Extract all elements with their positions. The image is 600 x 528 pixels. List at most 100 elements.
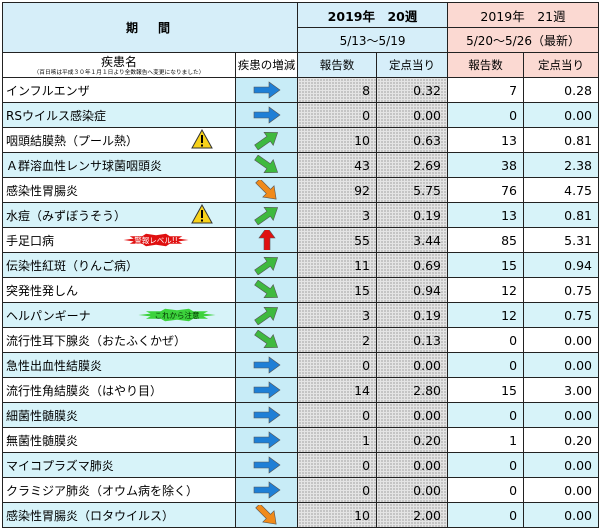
disease-name: 感染性胃腸炎 xyxy=(6,183,79,198)
reports-20-cell: 15 xyxy=(297,277,378,303)
reports-20-cell: 14 xyxy=(297,377,378,403)
per-site-20-cell: 0.00 xyxy=(376,477,449,503)
reports-20-cell: 8 xyxy=(297,77,378,103)
disease-name: インフルエンザ xyxy=(6,83,90,98)
disease-name-cell: 細菌性髄膜炎 xyxy=(2,402,236,428)
per-site-21-cell: 0.00 xyxy=(523,477,600,503)
per-site-21-cell: 0.00 xyxy=(523,402,600,428)
reports-20-cell: 55 xyxy=(297,227,378,253)
trend-cell xyxy=(234,227,299,253)
trend-cell xyxy=(234,152,299,178)
caution-icon xyxy=(191,129,213,149)
reports-21-cell: 0 xyxy=(447,477,525,503)
disease-name-cell: マイコプラズマ肺炎 xyxy=(2,452,236,478)
disease-name-cell: 突発性発しん xyxy=(2,277,236,303)
trend-cell xyxy=(234,377,299,403)
table-row: 水痘（みずぼうそう） 3 0.19 13 0.81 xyxy=(2,202,600,228)
reports-21-header: 報告数 xyxy=(447,52,525,78)
trend-cell xyxy=(234,302,299,328)
trend-cell xyxy=(234,452,299,478)
table-row: 急性出血性結膜炎 0 0.00 0 0.00 xyxy=(2,352,600,378)
disease-name: 水痘（みずぼうそう） xyxy=(6,208,127,223)
trend-cell xyxy=(234,327,299,353)
per-site-21-cell: 0.81 xyxy=(523,202,600,228)
per-site-20-cell: 0.20 xyxy=(376,427,449,453)
disease-name-cell: 流行性耳下腺炎（おたふくかぜ） xyxy=(2,327,236,353)
per-site-20-cell: 2.80 xyxy=(376,377,449,403)
surveillance-table-container: 期 間 2019年 20週 2019年 21週 5/13〜5/19 5/20〜5… xyxy=(1,2,600,528)
table-row: ヘルパンギーナ これから注意 3 0.19 12 0.75 xyxy=(2,302,600,328)
disease-name: Ａ群溶血性レンサ球菌咽頭炎 xyxy=(6,158,163,173)
reports-21-cell: 7 xyxy=(447,77,525,103)
reports-21-cell: 38 xyxy=(447,152,525,178)
per-site-20-cell: 0.63 xyxy=(376,127,449,153)
trend-cell xyxy=(234,77,299,103)
flat-arrow-icon xyxy=(253,381,281,399)
trend-cell xyxy=(234,277,299,303)
disease-name-cell: 水痘（みずぼうそう） xyxy=(2,202,236,228)
up-arrow-icon xyxy=(253,206,278,225)
flat-arrow-icon xyxy=(253,431,281,449)
period-header: 期 間 xyxy=(1,2,299,53)
week20-title: 2019年 20週 xyxy=(297,2,449,28)
up-arrow-icon xyxy=(253,256,278,275)
per-site-20-header: 定点当り xyxy=(376,52,449,78)
flat-arrow-icon xyxy=(253,406,281,424)
trend-cell xyxy=(234,477,299,503)
disease-name: 手足口病 xyxy=(6,233,55,248)
per-site-21-cell: 0.75 xyxy=(523,277,600,303)
reports-21-cell: 0 xyxy=(447,352,525,378)
disease-name-cell: ヘルパンギーナ これから注意 xyxy=(2,302,236,328)
disease-name-cell: 手足口病 警報レベル!! xyxy=(2,227,236,253)
table-row: 細菌性髄膜炎 0 0.00 0 0.00 xyxy=(2,402,600,428)
warning-level-badge-text: 警報レベル!! xyxy=(134,235,178,245)
trend-cell xyxy=(234,252,299,278)
per-site-21-cell: 3.00 xyxy=(523,377,600,403)
per-site-20-cell: 0.00 xyxy=(376,452,449,478)
down-arrow-icon xyxy=(254,180,277,200)
trend-cell xyxy=(234,127,299,153)
flat-arrow-icon xyxy=(253,81,281,99)
disease-name: 突発性発しん xyxy=(6,283,79,298)
table-row: 突発性発しん 15 0.94 12 0.75 xyxy=(2,277,600,303)
caution-marker xyxy=(191,129,213,149)
per-site-21-cell: 5.31 xyxy=(523,227,600,253)
week20-range: 5/13〜5/19 xyxy=(297,27,449,53)
down-arrow-icon xyxy=(253,280,278,299)
table-row: RSウイルス感染症 0 0.00 0 0.00 xyxy=(2,102,600,128)
disease-name-cell: 感染性胃腸炎 xyxy=(2,177,236,203)
table-row: 流行性角結膜炎（はやり目） 14 2.80 15 3.00 xyxy=(2,377,600,403)
per-site-21-cell: 2.38 xyxy=(523,152,600,178)
per-site-21-cell: 0.94 xyxy=(523,252,600,278)
disease-name-cell: クラミジア肺炎（オウム病を除く） xyxy=(2,477,236,503)
attention-badge: これから注意 xyxy=(138,308,216,322)
disease-name-cell: 流行性角結膜炎（はやり目） xyxy=(2,377,236,403)
reports-20-cell: 0 xyxy=(297,477,378,503)
down-arrow-icon xyxy=(254,505,277,525)
reports-21-cell: 13 xyxy=(447,202,525,228)
reports-21-cell: 15 xyxy=(447,252,525,278)
week21-range: 5/20〜5/26（最新） xyxy=(447,27,600,53)
disease-name-cell: インフルエンザ xyxy=(2,77,236,103)
per-site-21-cell: 0.00 xyxy=(523,452,600,478)
reports-20-cell: 43 xyxy=(297,152,378,178)
table-row: 感染性胃腸炎 92 5.75 76 4.75 xyxy=(2,177,600,203)
disease-name-cell: 咽頭結膜熱（プール熱） xyxy=(2,127,236,153)
flat-arrow-icon xyxy=(253,356,281,374)
table-row: 流行性耳下腺炎（おたふくかぜ） 2 0.13 0 0.00 xyxy=(2,327,600,353)
per-site-20-cell: 0.69 xyxy=(376,252,449,278)
caution-icon xyxy=(191,204,213,224)
reports-20-cell: 0 xyxy=(297,452,378,478)
table-row: 無菌性髄膜炎 1 0.20 1 0.20 xyxy=(2,427,600,453)
per-site-21-cell: 4.75 xyxy=(523,177,600,203)
reports-20-cell: 0 xyxy=(297,402,378,428)
reports-20-cell: 0 xyxy=(297,102,378,128)
trend-cell xyxy=(234,177,299,203)
per-site-21-cell: 0.00 xyxy=(523,327,600,353)
disease-name-cell: RSウイルス感染症 xyxy=(2,102,236,128)
reports-20-cell: 0 xyxy=(297,352,378,378)
disease-name: 伝染性紅斑（りんご病） xyxy=(6,258,139,273)
up-arrow-icon xyxy=(253,131,278,150)
disease-name-cell: 無菌性髄膜炎 xyxy=(2,427,236,453)
trend-column-header: 疾患の増減 xyxy=(234,52,299,78)
